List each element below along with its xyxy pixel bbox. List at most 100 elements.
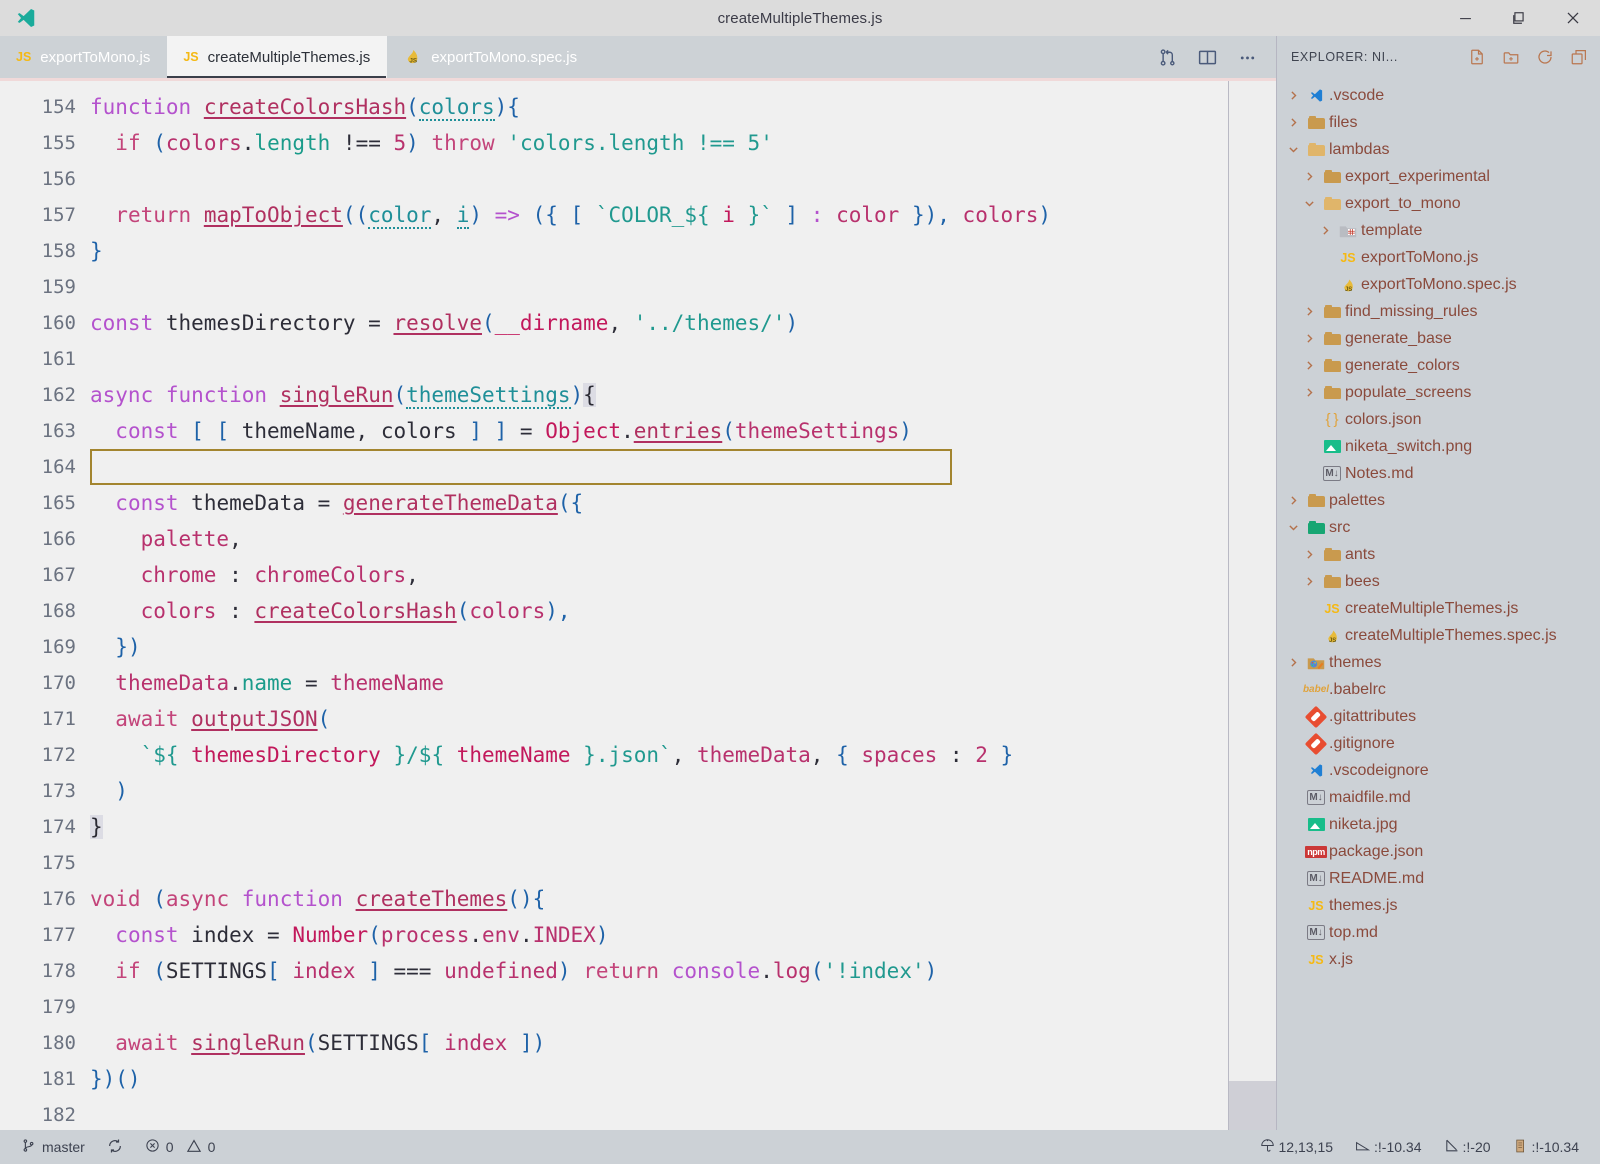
file-tree-row[interactable]: JSexportToMono.js — [1277, 244, 1600, 271]
code-line[interactable]: themeData.name = themeName — [90, 665, 1276, 701]
split-editor-icon[interactable] — [1190, 40, 1224, 74]
chevron-down-icon[interactable] — [1283, 143, 1303, 156]
more-actions-icon[interactable] — [1230, 40, 1264, 74]
minimap-slider[interactable] — [1229, 1081, 1276, 1130]
code-line[interactable]: }) — [90, 629, 1276, 665]
line-number[interactable]: 182 — [0, 1097, 76, 1130]
code-line[interactable]: void (async function createThemes(){ — [90, 881, 1276, 917]
minimize-button[interactable] — [1438, 0, 1492, 36]
file-tree-row[interactable]: niketa.jpg — [1277, 811, 1600, 838]
chevron-right-icon[interactable] — [1299, 575, 1319, 588]
code-line[interactable]: await outputJSON( — [90, 701, 1276, 737]
file-tree-row[interactable]: palettes — [1277, 487, 1600, 514]
chevron-right-icon[interactable] — [1283, 89, 1303, 102]
file-tree-row[interactable]: populate_screens — [1277, 379, 1600, 406]
file-tree-row[interactable]: babel.babelrc — [1277, 676, 1600, 703]
line-number[interactable]: 164 — [0, 449, 76, 485]
file-tree-row[interactable]: npmpackage.json — [1277, 838, 1600, 865]
close-button[interactable] — [1546, 0, 1600, 36]
status-problems[interactable]: 0 0 — [134, 1130, 227, 1164]
file-tree-row[interactable]: JScreateMultipleThemes.js — [1277, 595, 1600, 622]
source-control-compare-icon[interactable] — [1150, 40, 1184, 74]
code-line[interactable]: await singleRun(SETTINGS[ index ]) — [90, 1025, 1276, 1061]
code-line[interactable]: })() — [90, 1061, 1276, 1097]
line-number[interactable]: 169 — [0, 629, 76, 665]
code-line[interactable]: } — [90, 233, 1276, 269]
code-line[interactable]: `${ themesDirectory }/${ themeName }.jso… — [90, 737, 1276, 773]
file-tree-row[interactable]: ants — [1277, 541, 1600, 568]
code-line[interactable]: palette, — [90, 521, 1276, 557]
file-tree-row[interactable]: files — [1277, 109, 1600, 136]
status-branch[interactable]: master — [10, 1130, 96, 1164]
file-tree-row[interactable]: find_missing_rules — [1277, 298, 1600, 325]
code-line[interactable]: if (SETTINGS[ index ] === undefined) ret… — [90, 953, 1276, 989]
code-line[interactable]: function createColorsHash(colors){ — [90, 89, 1276, 125]
line-number[interactable]: 171 — [0, 701, 76, 737]
line-number[interactable]: 173 — [0, 773, 76, 809]
file-tree[interactable]: .vscodefileslambdasexport_experimentalex… — [1277, 78, 1600, 1130]
line-number[interactable]: 168 — [0, 593, 76, 629]
code-line[interactable]: colors : createColorsHash(colors), — [90, 593, 1276, 629]
chevron-right-icon[interactable] — [1299, 332, 1319, 345]
line-number[interactable]: 172 — [0, 737, 76, 773]
line-number[interactable]: 162 — [0, 377, 76, 413]
file-tree-row[interactable]: src — [1277, 514, 1600, 541]
line-number[interactable]: 170 — [0, 665, 76, 701]
line-number[interactable]: 177 — [0, 917, 76, 953]
file-tree-row[interactable]: M↓Notes.md — [1277, 460, 1600, 487]
file-tree-row[interactable]: .gitignore — [1277, 730, 1600, 757]
code-line[interactable]: async function singleRun(themeSettings){ — [90, 377, 1276, 413]
line-number[interactable]: 161 — [0, 341, 76, 377]
line-number[interactable]: 166 — [0, 521, 76, 557]
line-number[interactable]: 163 — [0, 413, 76, 449]
line-number[interactable]: 158 — [0, 233, 76, 269]
chevron-right-icon[interactable] — [1315, 224, 1335, 237]
line-number[interactable]: 181 — [0, 1061, 76, 1097]
code-line[interactable]: } — [90, 809, 1276, 845]
file-tree-row[interactable]: template — [1277, 217, 1600, 244]
new-folder-icon[interactable] — [1496, 42, 1526, 72]
code-line[interactable] — [90, 845, 1276, 881]
tab-exportToMono-js[interactable]: JS exportToMono.js — [0, 36, 167, 78]
line-number[interactable]: 165 — [0, 485, 76, 521]
code-line[interactable] — [90, 449, 1276, 485]
file-tree-row[interactable]: { }colors.json — [1277, 406, 1600, 433]
code-line[interactable]: const index = Number(process.env.INDEX) — [90, 917, 1276, 953]
chevron-right-icon[interactable] — [1283, 494, 1303, 507]
code-line[interactable] — [90, 1097, 1276, 1130]
code-line[interactable] — [90, 161, 1276, 197]
line-number[interactable]: 155 — [0, 125, 76, 161]
code-content[interactable]: function createColorsHash(colors){ if (c… — [90, 81, 1276, 1130]
code-line[interactable]: return mapToObject((color, i) => ({ [ `C… — [90, 197, 1276, 233]
code-line[interactable]: if (colors.length !== 5) throw 'colors.l… — [90, 125, 1276, 161]
line-number[interactable]: 157 — [0, 197, 76, 233]
file-tree-row[interactable]: .vscode — [1277, 82, 1600, 109]
chevron-right-icon[interactable] — [1299, 386, 1319, 399]
file-tree-row[interactable]: bees — [1277, 568, 1600, 595]
file-tree-row[interactable]: generate_colors — [1277, 352, 1600, 379]
code-line[interactable] — [90, 269, 1276, 305]
file-tree-row[interactable]: JSexportToMono.spec.js — [1277, 271, 1600, 298]
file-tree-row[interactable]: export_experimental — [1277, 163, 1600, 190]
status-metric-ruler[interactable]: :!-10.34 — [1344, 1130, 1432, 1164]
file-tree-row[interactable]: JSx.js — [1277, 946, 1600, 973]
chevron-down-icon[interactable] — [1283, 521, 1303, 534]
file-tree-row[interactable]: .gitattributes — [1277, 703, 1600, 730]
code-line[interactable]: const themeData = generateThemeData({ — [90, 485, 1276, 521]
status-metric-scroll[interactable]: :!-10.34 — [1502, 1130, 1590, 1164]
status-metric-corner[interactable]: :!-20 — [1433, 1130, 1502, 1164]
chevron-right-icon[interactable] — [1299, 548, 1319, 561]
tab-exportToMono-spec-js[interactable]: JS exportToMono.spec.js — [387, 36, 594, 78]
line-number[interactable]: 179 — [0, 989, 76, 1025]
file-tree-row[interactable]: JSthemes.js — [1277, 892, 1600, 919]
code-line[interactable]: const [ [ themeName, colors ] ] = Object… — [90, 413, 1276, 449]
file-tree-row[interactable]: generate_base — [1277, 325, 1600, 352]
chevron-right-icon[interactable] — [1299, 170, 1319, 183]
file-tree-row[interactable]: lambdas — [1277, 136, 1600, 163]
chevron-right-icon[interactable] — [1283, 656, 1303, 669]
line-number[interactable]: 167 — [0, 557, 76, 593]
tab-createMultipleThemes-js[interactable]: JS createMultipleThemes.js — [167, 36, 387, 78]
file-tree-row[interactable]: themes — [1277, 649, 1600, 676]
chevron-right-icon[interactable] — [1299, 359, 1319, 372]
file-tree-row[interactable]: niketa_switch.png — [1277, 433, 1600, 460]
